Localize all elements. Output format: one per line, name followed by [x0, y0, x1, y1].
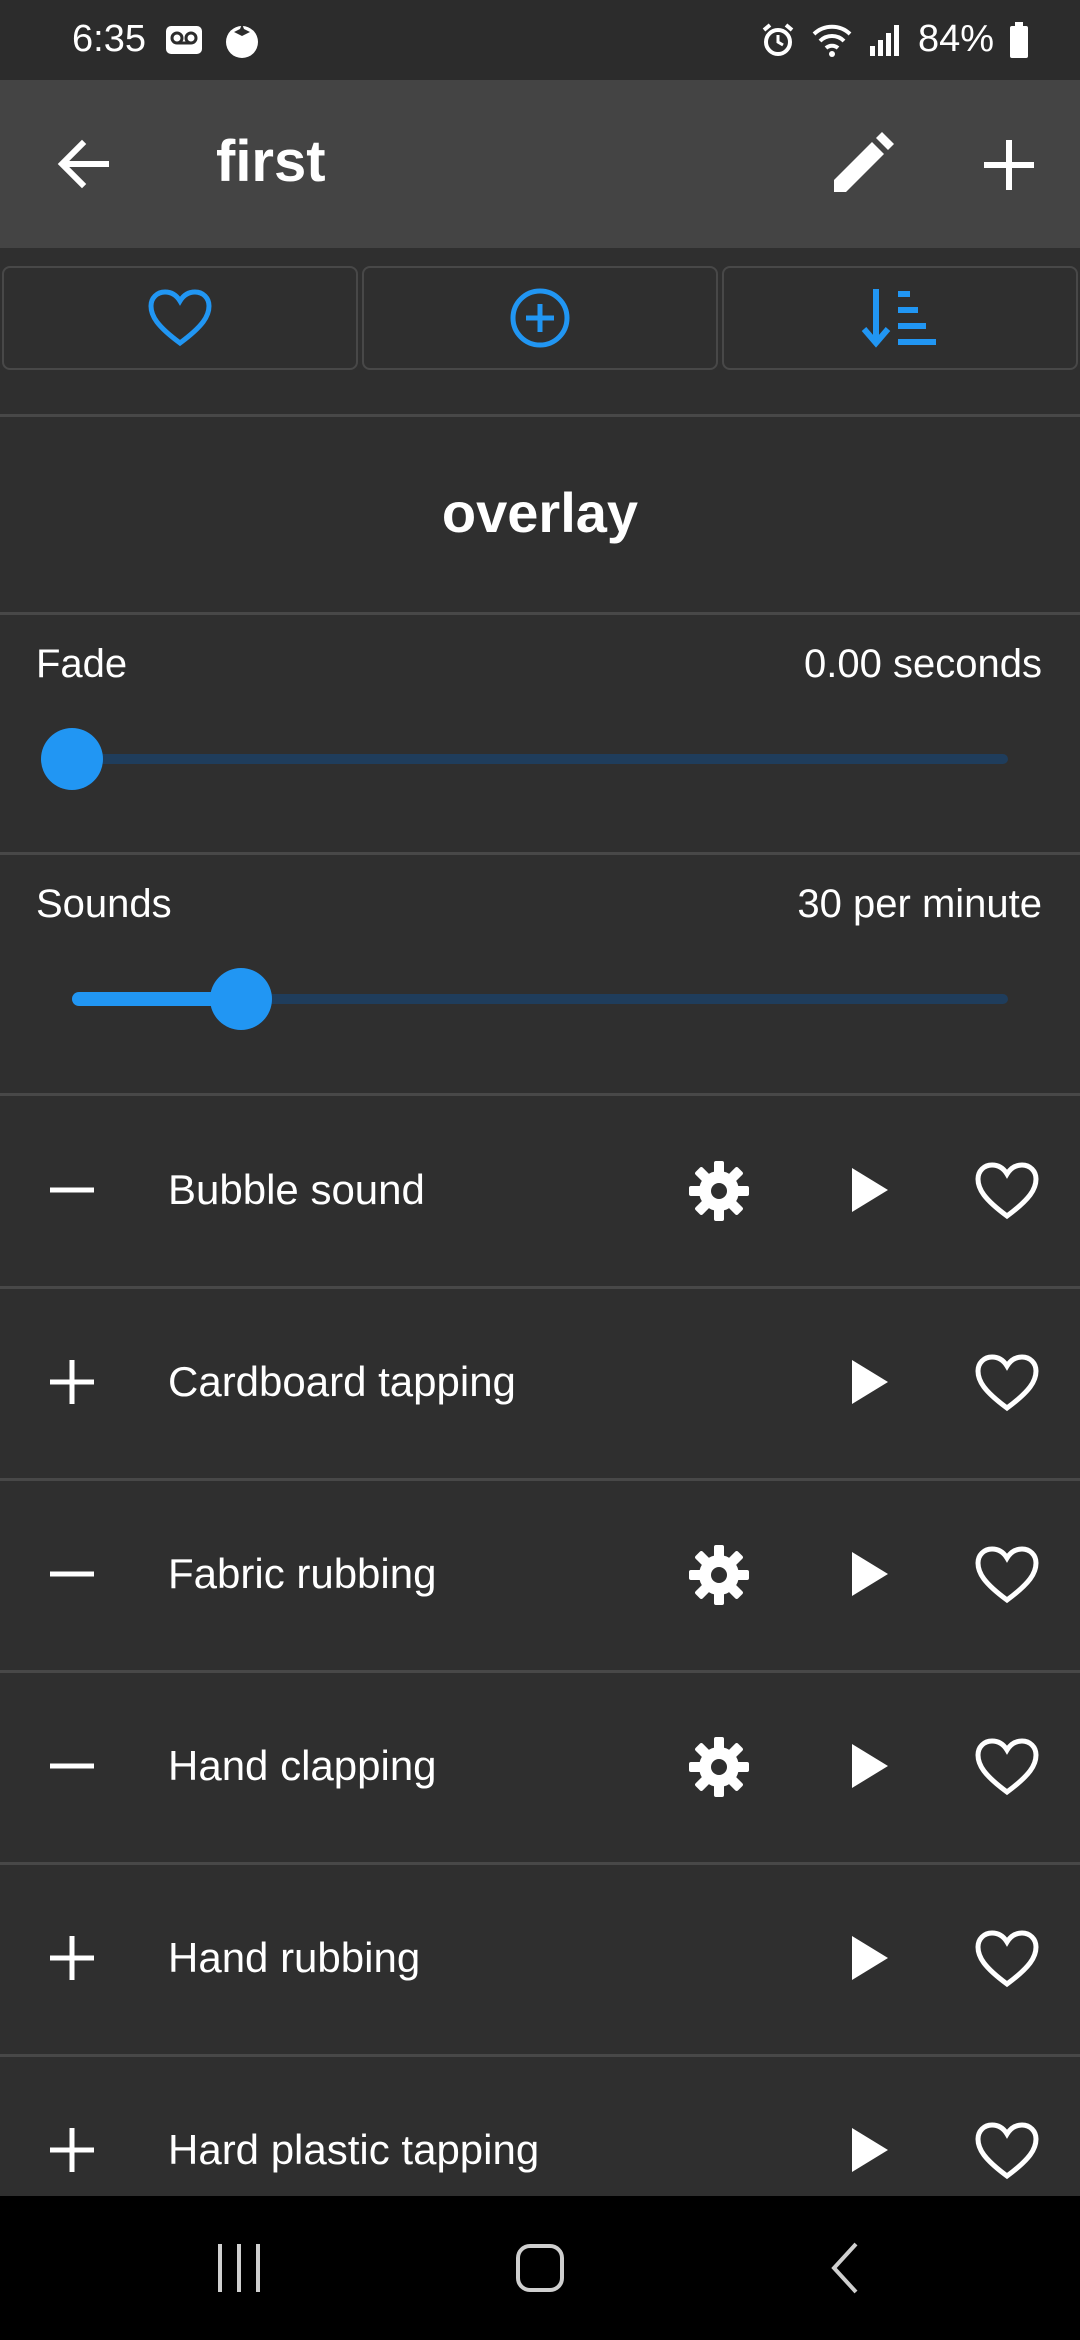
play-icon[interactable]	[840, 1738, 896, 1794]
sound-name: Cardboard tapping	[168, 1358, 516, 1405]
sounds-label: Sounds	[36, 882, 172, 926]
add-icon[interactable]	[46, 2124, 98, 2176]
play-icon[interactable]	[840, 1354, 896, 1410]
back-nav-icon[interactable]	[824, 2240, 864, 2296]
fade-value: 0.00 seconds	[804, 642, 1042, 686]
alarm-icon	[762, 22, 794, 56]
heart-outline-icon[interactable]	[974, 1928, 1040, 1990]
sound-row: Fabric rubbing	[0, 1480, 1080, 1670]
sound-name: Hand clapping	[168, 1742, 437, 1789]
system-nav-bar	[0, 2196, 1080, 2340]
play-icon[interactable]	[840, 2122, 896, 2178]
add-icon[interactable]	[46, 1932, 98, 1984]
add-circle-button[interactable]	[362, 266, 718, 370]
edit-pencil-icon[interactable]	[826, 130, 896, 200]
settings-gear-icon[interactable]	[688, 1544, 750, 1606]
settings-gear-icon[interactable]	[688, 1160, 750, 1222]
divider	[0, 852, 1080, 855]
heart-outline-icon[interactable]	[974, 1352, 1040, 1414]
fade-slider-thumb[interactable]	[41, 728, 103, 790]
heart-outline-icon[interactable]	[974, 1544, 1040, 1606]
section-title: overlay	[441, 481, 639, 544]
sounds-slider-thumb[interactable]	[210, 968, 272, 1030]
home-icon[interactable]	[514, 2240, 566, 2296]
favorites-button[interactable]	[2, 266, 358, 370]
heart-outline-icon[interactable]	[974, 2120, 1040, 2182]
play-icon[interactable]	[840, 1162, 896, 1218]
sort-icon	[861, 289, 936, 348]
settings-gear-icon[interactable]	[688, 1736, 750, 1798]
fade-slider-track[interactable]	[72, 754, 1008, 764]
play-icon[interactable]	[840, 1546, 896, 1602]
remove-icon[interactable]	[46, 1740, 98, 1792]
voicemail-icon	[165, 25, 202, 54]
status-time: 6:35	[72, 18, 146, 60]
sound-row: Hand clapping	[0, 1672, 1080, 1862]
play-icon[interactable]	[840, 1930, 896, 1986]
heart-outline-icon	[148, 289, 212, 347]
battery-icon	[1010, 21, 1028, 58]
heart-outline-icon[interactable]	[974, 1736, 1040, 1798]
signal-icon	[869, 24, 899, 56]
sound-name: Bubble sound	[168, 1166, 425, 1213]
page-title: first	[216, 129, 326, 194]
sound-name: Hard plastic tapping	[168, 2126, 540, 2173]
app-bar: first	[0, 80, 1080, 248]
sound-row: Hand rubbing	[0, 1864, 1080, 2054]
recents-icon[interactable]	[214, 2240, 264, 2296]
add-circle-icon	[510, 288, 570, 348]
sound-row: Bubble sound	[0, 1096, 1080, 1286]
heart-outline-icon[interactable]	[974, 1160, 1040, 1222]
add-icon[interactable]	[974, 130, 1044, 200]
remove-icon[interactable]	[46, 1548, 98, 1600]
divider	[0, 414, 1080, 417]
status-bar: 6:35 84%	[0, 0, 1080, 80]
sort-button[interactable]	[722, 266, 1078, 370]
tomato-icon	[225, 23, 258, 58]
sounds-rate-value: 30 per minute	[797, 882, 1042, 926]
sound-name: Hand rubbing	[168, 1934, 421, 1981]
wifi-icon	[812, 24, 852, 57]
remove-icon[interactable]	[46, 1164, 98, 1216]
action-toolbar	[0, 266, 1080, 374]
divider	[0, 612, 1080, 615]
sound-row: Cardboard tapping	[0, 1288, 1080, 1478]
sound-name: Fabric rubbing	[168, 1550, 437, 1597]
battery-percent: 84%	[917, 18, 994, 60]
back-arrow-icon[interactable]	[50, 130, 118, 198]
fade-label: Fade	[36, 642, 128, 686]
add-icon[interactable]	[46, 1356, 98, 1408]
